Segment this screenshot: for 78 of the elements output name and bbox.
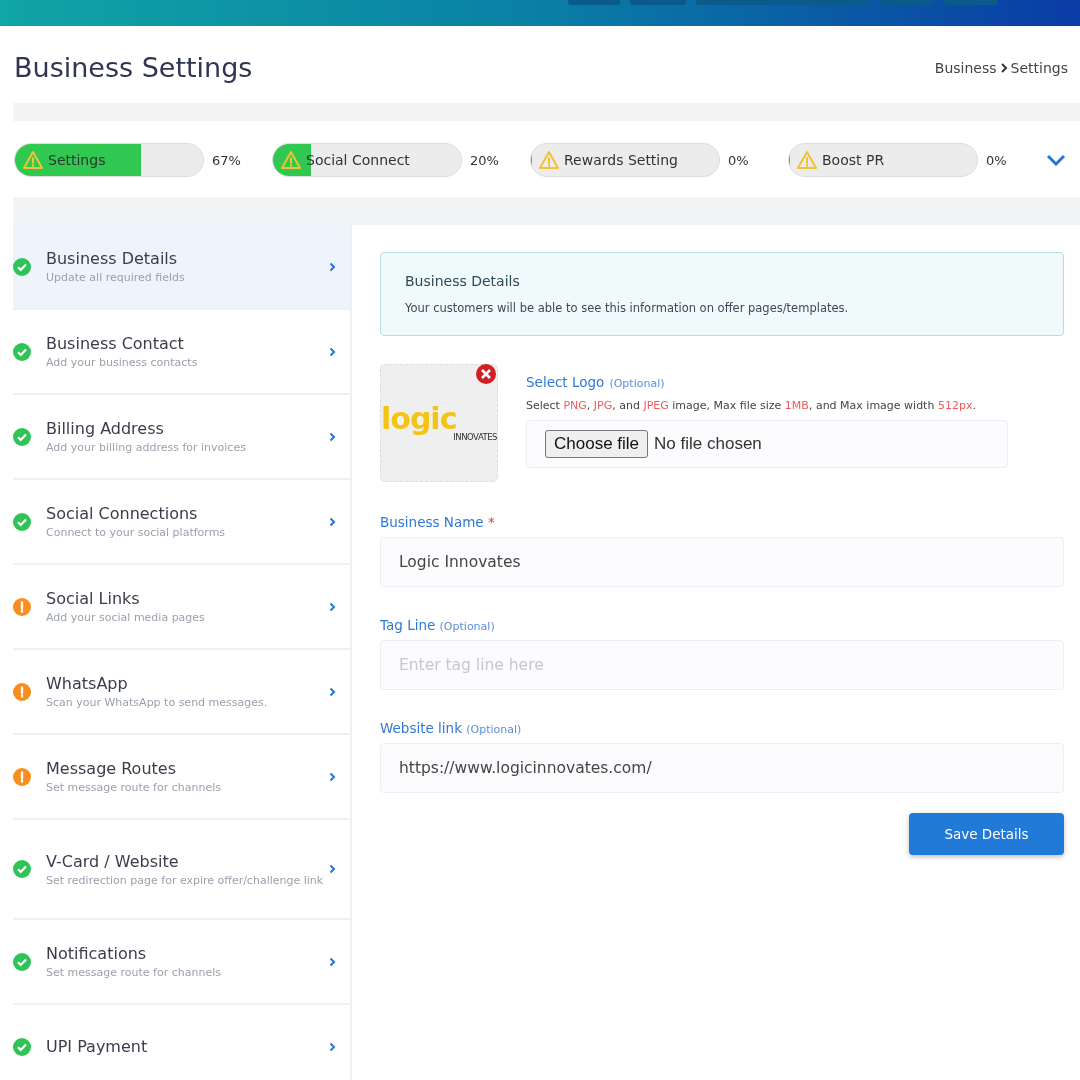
- field-label: Business Name: [380, 514, 484, 530]
- chevron-right-icon: [329, 1041, 336, 1052]
- sidebar-item-subtitle: Add your social media pages: [46, 611, 206, 624]
- progress-pill[interactable]: Rewards Setting: [530, 143, 720, 177]
- chevron-right-icon: [329, 864, 336, 874]
- sidebar-item-title: Notifications: [46, 944, 148, 963]
- progress-label: Settings: [48, 152, 106, 168]
- required-mark: *: [487, 514, 495, 530]
- progress-percent: 67%: [212, 152, 241, 168]
- breadcrumb-link[interactable]: Settings: [1010, 59, 1068, 76]
- sidebar-item[interactable]: Notifications Set message route for channels: [13, 920, 350, 1005]
- progress-percent: 20%: [470, 152, 499, 168]
- sidebar-item[interactable]: Billing Address Add your billing address for invoices: [13, 395, 350, 480]
- file-input[interactable]: Choose file No file chosen: [526, 420, 1008, 468]
- optional-note: (Optional): [439, 620, 495, 633]
- sidebar-item[interactable]: Social Connections Connect to your social platforms: [13, 480, 350, 565]
- progress-pill[interactable]: Settings: [14, 143, 204, 177]
- chevron-right-icon: [329, 686, 336, 697]
- logo-hint: Select PNG, JPG, and JPEG image, Max file size 1MB, and Max image width 512px.: [526, 399, 977, 412]
- sidebar-item-title: V-Card / Website: [46, 851, 180, 871]
- warning-icon: [538, 150, 560, 170]
- page-title: Business Settings: [14, 52, 253, 83]
- progress-percent: 0%: [986, 152, 1007, 168]
- chevron-right-icon: [329, 601, 336, 612]
- sidebar-item[interactable]: Business Contact Add your business contacts: [13, 310, 350, 395]
- chevron-right-icon: [329, 771, 336, 782]
- sidebar-item-subtitle: Add your billing address for invoices: [46, 441, 247, 454]
- text-field[interactable]: Logic Innovates: [380, 537, 1064, 587]
- chevron-right-icon: [999, 62, 1008, 73]
- sidebar-item-subtitle: Set message route for channels: [46, 966, 222, 979]
- sidebar-item-title: Business Details: [46, 249, 179, 268]
- sidebar-item-title: Message Routes: [46, 759, 177, 778]
- sidebar-item-title: Billing Address: [46, 419, 165, 438]
- sidebar-item-subtitle: Add your business contacts: [46, 356, 199, 369]
- sidebar-item[interactable]: Social Links Add your social media pages: [13, 565, 350, 650]
- optional-note: (Optional): [609, 377, 665, 390]
- chevron-down-icon[interactable]: [1046, 154, 1066, 166]
- field-label: Website link: [380, 720, 462, 736]
- sidebar-item[interactable]: V-Card / Website Set redirection page for expire offer/challenge link: [13, 820, 350, 920]
- sidebar-item-subtitle: Set redirection page for expire offer/challenge link: [46, 873, 325, 887]
- chevron-right-icon: [329, 956, 336, 967]
- progress-label: Boost PR: [822, 152, 885, 168]
- sidebar-item[interactable]: WhatsApp Scan your WhatsApp to send messages.: [13, 650, 350, 735]
- sidebar-item-title: UPI Payment: [46, 1037, 149, 1056]
- sidebar-item[interactable]: UPI Payment: [13, 1005, 350, 1080]
- warning-icon: [796, 150, 818, 170]
- choose-file-button[interactable]: Choose file: [545, 430, 649, 458]
- sidebar-item-title: Social Links: [46, 589, 141, 608]
- logo-tagline: INNOVATES: [453, 432, 497, 442]
- sidebar-item-subtitle: Update all required fields: [46, 271, 186, 284]
- remove-icon[interactable]: [475, 363, 497, 385]
- chevron-right-icon: [329, 346, 336, 357]
- breadcrumb-link[interactable]: Business: [934, 59, 997, 76]
- progress-pill[interactable]: Boost PR: [788, 143, 978, 177]
- sidebar-item-title: Business Contact: [46, 334, 185, 353]
- save-button[interactable]: Save Details: [909, 813, 1064, 855]
- logo-label: Select Logo: [526, 374, 605, 390]
- optional-note: (Optional): [466, 723, 522, 736]
- warning-icon: [22, 150, 44, 170]
- text-field[interactable]: https://www.logicinnovates.com/: [380, 743, 1064, 793]
- warning-icon: [280, 150, 302, 170]
- progress-label: Rewards Setting: [564, 152, 678, 168]
- chevron-right-icon: [329, 261, 336, 272]
- sidebar-item-subtitle: Connect to your social platforms: [46, 526, 227, 539]
- field-label: Tag Line: [380, 617, 436, 633]
- info-text: Your customers will be able to see this information on offer pages/templates.: [405, 301, 850, 315]
- sidebar-item-subtitle: Set message route for channels: [46, 781, 222, 794]
- logo-wordmark: logic: [381, 404, 457, 434]
- chevron-right-icon: [329, 516, 336, 527]
- sidebar-item-title: Social Connections: [46, 504, 199, 523]
- chevron-right-icon: [329, 431, 336, 442]
- file-status: No file chosen: [654, 434, 762, 454]
- progress-percent: 0%: [728, 152, 749, 168]
- sidebar-item-subtitle: Scan your WhatsApp to send messages.: [46, 696, 269, 709]
- sidebar-item-title: WhatsApp: [46, 674, 129, 693]
- info-title: Business Details: [405, 273, 521, 289]
- sidebar-item[interactable]: Business Details Update all required fields: [13, 225, 350, 310]
- sidebar-item[interactable]: Message Routes Set message route for channels: [13, 735, 350, 820]
